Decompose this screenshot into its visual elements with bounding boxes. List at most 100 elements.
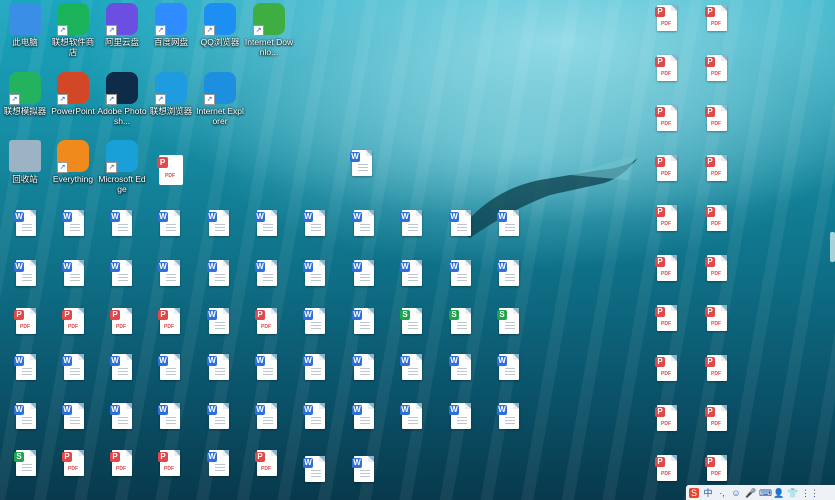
pdf-file-icon[interactable]: P PDF [655, 155, 679, 183]
pdf-file-icon[interactable]: P PDF [705, 405, 729, 433]
pdf-file-icon[interactable]: P PDF [705, 5, 729, 33]
word-file-icon[interactable]: W [110, 354, 134, 382]
pdf-file-icon[interactable]: P PDF [705, 205, 729, 233]
word-file-icon[interactable]: W [255, 210, 279, 238]
word-file-icon[interactable]: W [352, 354, 376, 382]
skin-icon[interactable]: 👕 [787, 488, 798, 498]
word-file-icon[interactable]: W [400, 403, 424, 431]
word-file-icon[interactable]: W [352, 308, 376, 336]
desktop-icon-powerpoint[interactable]: ↗ PowerPoint [48, 72, 98, 116]
desktop-icon-edge[interactable]: ↗ Microsoft Edge [97, 140, 147, 194]
word-file-icon[interactable]: W [352, 260, 376, 288]
word-file-icon[interactable]: W [110, 210, 134, 238]
word-file-icon[interactable]: W [449, 210, 473, 238]
pdf-file-icon[interactable]: P PDF [655, 5, 679, 33]
pdf-file-icon[interactable]: P PDF [655, 55, 679, 83]
word-file-icon[interactable]: W [158, 403, 182, 431]
pdf-file-icon[interactable]: P PDF [705, 105, 729, 133]
word-file-icon[interactable]: W [255, 354, 279, 382]
desktop-icon-aliyun-drive[interactable]: ↗ 阿里云盘 [97, 3, 147, 47]
word-file-icon[interactable]: W [62, 260, 86, 288]
keyboard-icon[interactable]: ⌨ [759, 488, 772, 498]
user-icon[interactable]: 👤 [773, 488, 784, 498]
grid-menu-icon[interactable]: ⋮⋮ [801, 488, 819, 498]
pdf-file-icon[interactable]: P PDF [655, 405, 679, 433]
pdf-file-icon[interactable]: P PDF [655, 305, 679, 333]
word-file-icon[interactable]: W [497, 354, 521, 382]
pdf-file-icon[interactable]: P PDF [158, 450, 182, 478]
word-file-icon[interactable]: W [449, 354, 473, 382]
pdf-file-icon[interactable]: P PDF [705, 355, 729, 383]
word-file-icon[interactable]: W [449, 403, 473, 431]
pdf-file-icon[interactable]: P PDF [705, 455, 729, 483]
pdf-file-icon[interactable]: P PDF [655, 205, 679, 233]
pdf-file-icon[interactable]: P PDF [255, 308, 279, 336]
pdf-file-icon[interactable]: P PDF [655, 355, 679, 383]
pdf-file-icon[interactable]: P PDF [14, 308, 38, 336]
pdf-file-icon[interactable]: P PDF [705, 305, 729, 333]
edge-handle[interactable] [830, 232, 835, 262]
word-file-icon[interactable]: W [14, 260, 38, 288]
desktop-icon-lenovo-browser[interactable]: ↗ 联想浏览器 [146, 72, 196, 116]
pdf-file-icon[interactable]: P PDF [655, 455, 679, 483]
word-file-icon[interactable]: W [303, 354, 327, 382]
sogou-ime-icon[interactable]: S [689, 487, 699, 498]
word-file-icon[interactable]: W [303, 456, 327, 484]
pdf-file-icon[interactable]: P PDF [110, 450, 134, 478]
word-file-icon[interactable]: W [303, 403, 327, 431]
pdf-file-icon[interactable]: P PDF [62, 308, 86, 336]
word-file-icon[interactable]: W [255, 260, 279, 288]
word-file-icon[interactable]: W [62, 210, 86, 238]
word-file-icon[interactable]: W [207, 210, 231, 238]
pdf-file-icon[interactable]: P PDF [705, 255, 729, 283]
word-file-icon[interactable]: W [497, 260, 521, 288]
desktop-icon-computer[interactable]: 此电脑 [0, 3, 50, 47]
desktop-icon-lenovo-emulator[interactable]: ↗ 联想模拟器 [0, 72, 50, 116]
word-file-icon[interactable]: W [62, 403, 86, 431]
word-file-icon[interactable]: W [14, 403, 38, 431]
desktop-icon-qq-browser[interactable]: ↗ QQ浏览器 [195, 3, 245, 47]
pdf-file-icon[interactable]: P PDF [110, 308, 134, 336]
sheet-file-icon[interactable]: S [400, 308, 424, 336]
chinese-mode-icon[interactable]: 中 [703, 488, 713, 498]
word-file-icon[interactable]: W [352, 456, 376, 484]
word-file-icon[interactable]: W [158, 210, 182, 238]
word-file-icon[interactable]: W [255, 403, 279, 431]
word-file-icon[interactable]: W [158, 260, 182, 288]
emoji-icon[interactable]: ☺ [731, 488, 741, 498]
pdf-file-icon[interactable]: P PDF [62, 450, 86, 478]
desktop-icon-internet-download-manager[interactable]: ↗ Internet Downlo... [244, 3, 294, 57]
desktop-icon-everything-search[interactable]: ↗ Everything [48, 140, 98, 184]
word-file-icon[interactable]: W [497, 403, 521, 431]
desktop-icon-recycle-bin[interactable]: 回收站 [0, 140, 50, 184]
desktop-icon-photoshop[interactable]: ↗ Adobe Photosh... [97, 72, 147, 126]
word-file-icon[interactable]: W [352, 210, 376, 238]
pdf-file-icon[interactable]: P PDF [705, 55, 729, 83]
word-file-icon[interactable]: W [400, 210, 424, 238]
word-file-icon[interactable]: W [207, 354, 231, 382]
word-file-icon[interactable]: W [207, 450, 231, 478]
desktop-icon-lenovo-store[interactable]: ↗ 联想软件商店 [48, 3, 98, 57]
word-file-icon[interactable]: W [350, 150, 374, 178]
word-file-icon[interactable]: W [400, 354, 424, 382]
pdf-file-icon[interactable]: P PDF [655, 105, 679, 133]
word-file-icon[interactable]: W [303, 308, 327, 336]
word-file-icon[interactable]: W [207, 403, 231, 431]
sheet-file-icon[interactable]: S [449, 308, 473, 336]
word-file-icon[interactable]: W [110, 260, 134, 288]
word-file-icon[interactable]: W [158, 354, 182, 382]
sheet-file-icon[interactable]: S [14, 450, 38, 478]
word-file-icon[interactable]: W [352, 403, 376, 431]
pdf-file-icon[interactable]: P PDF [158, 308, 182, 336]
word-file-icon[interactable]: W [449, 260, 473, 288]
punctuation-icon[interactable]: ·, [717, 488, 727, 498]
word-file-icon[interactable]: W [400, 260, 424, 288]
desktop-icon-internet-explorer[interactable]: ↗ Internet Explorer [195, 72, 245, 126]
word-file-icon[interactable]: W [62, 354, 86, 382]
sheet-file-icon[interactable]: S [497, 308, 521, 336]
pdf-file-icon[interactable]: P PDF [255, 450, 279, 478]
pdf-file-icon[interactable]: P PDF [705, 155, 729, 183]
microphone-icon[interactable]: 🎤 [745, 488, 756, 498]
word-file-icon[interactable]: W [303, 260, 327, 288]
pdf-file-icon[interactable]: P PDF [655, 255, 679, 283]
